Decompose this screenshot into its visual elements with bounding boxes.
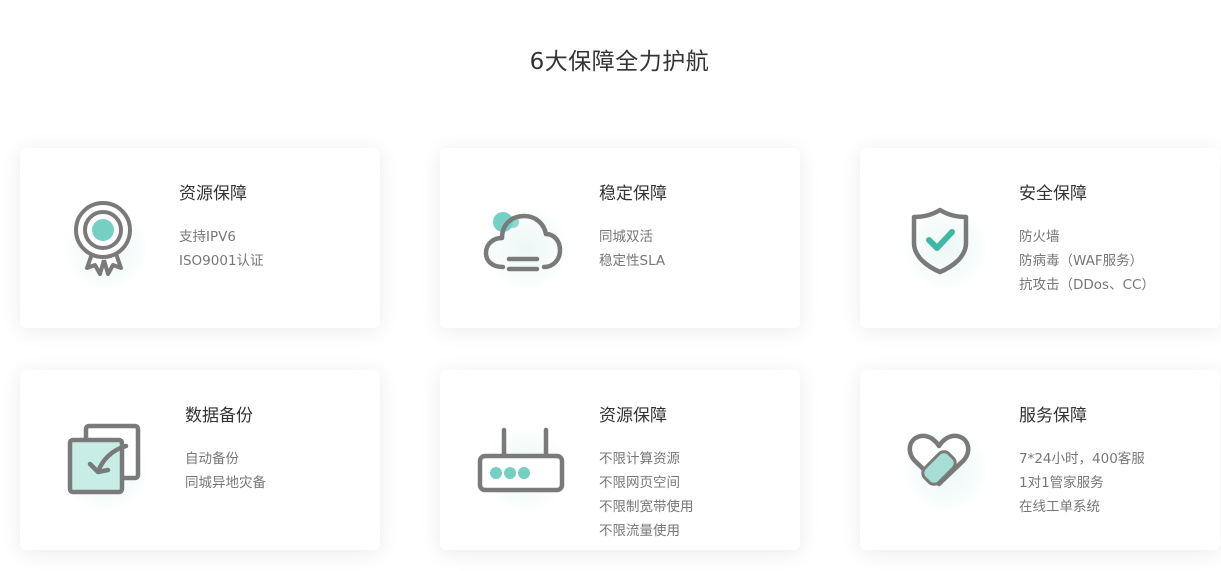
feature-item: 1对1管家服务 xyxy=(1019,475,1104,491)
feature-item: 在线工单系统 xyxy=(1019,499,1100,515)
card-title: 资源保障 xyxy=(179,184,247,204)
feature-list: 不限计算资源 不限网页空间 不限制宽带使用 不限流量使用 xyxy=(599,447,694,543)
feature-item: ISO9001认证 xyxy=(179,253,264,269)
feature-card-security: 安全保障 防火墙 防病毒（WAF服务） 抗攻击（DDos、CC） xyxy=(860,148,1220,328)
card-title: 安全保障 xyxy=(1019,184,1087,204)
feature-item: 不限制宽带使用 xyxy=(599,499,694,515)
heart-bandage-icon xyxy=(896,410,992,512)
card-title: 稳定保障 xyxy=(599,184,667,204)
feature-item: 稳定性SLA xyxy=(599,253,666,269)
feature-item: 不限网页空间 xyxy=(599,475,680,491)
feature-item: 不限流量使用 xyxy=(599,523,680,539)
feature-list: 防火墙 防病毒（WAF服务） 抗攻击（DDos、CC） xyxy=(1019,225,1155,297)
card-title: 资源保障 xyxy=(599,406,667,426)
feature-item: 同城异地灾备 xyxy=(185,475,266,491)
award-medal-icon xyxy=(56,188,152,290)
cloud-icon xyxy=(476,188,572,290)
feature-card-resource: 资源保障 支持IPV6 ISO9001认证 xyxy=(20,148,380,328)
feature-item: 防火墙 xyxy=(1019,229,1060,245)
feature-item: 自动备份 xyxy=(185,451,239,467)
router-icon xyxy=(476,410,572,512)
feature-item: 防病毒（WAF服务） xyxy=(1019,253,1144,269)
feature-item: 7*24小时，400客服 xyxy=(1019,451,1145,467)
feature-list: 同城双活 稳定性SLA xyxy=(599,225,665,273)
feature-list: 自动备份 同城异地灾备 xyxy=(185,447,266,495)
feature-item: 支持IPV6 xyxy=(179,229,236,245)
feature-card-unlimited: 资源保障 不限计算资源 不限网页空间 不限制宽带使用 不限流量使用 xyxy=(440,370,800,550)
card-title: 数据备份 xyxy=(185,406,253,426)
feature-card-backup: 数据备份 自动备份 同城异地灾备 xyxy=(20,370,380,550)
backup-copy-icon xyxy=(56,410,152,512)
feature-item: 抗攻击（DDos、CC） xyxy=(1019,277,1155,293)
shield-check-icon xyxy=(896,188,992,290)
feature-card-stability: 稳定保障 同城双活 稳定性SLA xyxy=(440,148,800,328)
feature-item: 不限计算资源 xyxy=(599,451,680,467)
card-title: 服务保障 xyxy=(1019,406,1087,426)
feature-list: 7*24小时，400客服 1对1管家服务 在线工单系统 xyxy=(1019,447,1145,519)
feature-item: 同城双活 xyxy=(599,229,653,245)
feature-list: 支持IPV6 ISO9001认证 xyxy=(179,225,264,273)
feature-card-service: 服务保障 7*24小时，400客服 1对1管家服务 在线工单系统 xyxy=(860,370,1220,550)
section-title: 6大保障全力护航 xyxy=(529,49,710,75)
